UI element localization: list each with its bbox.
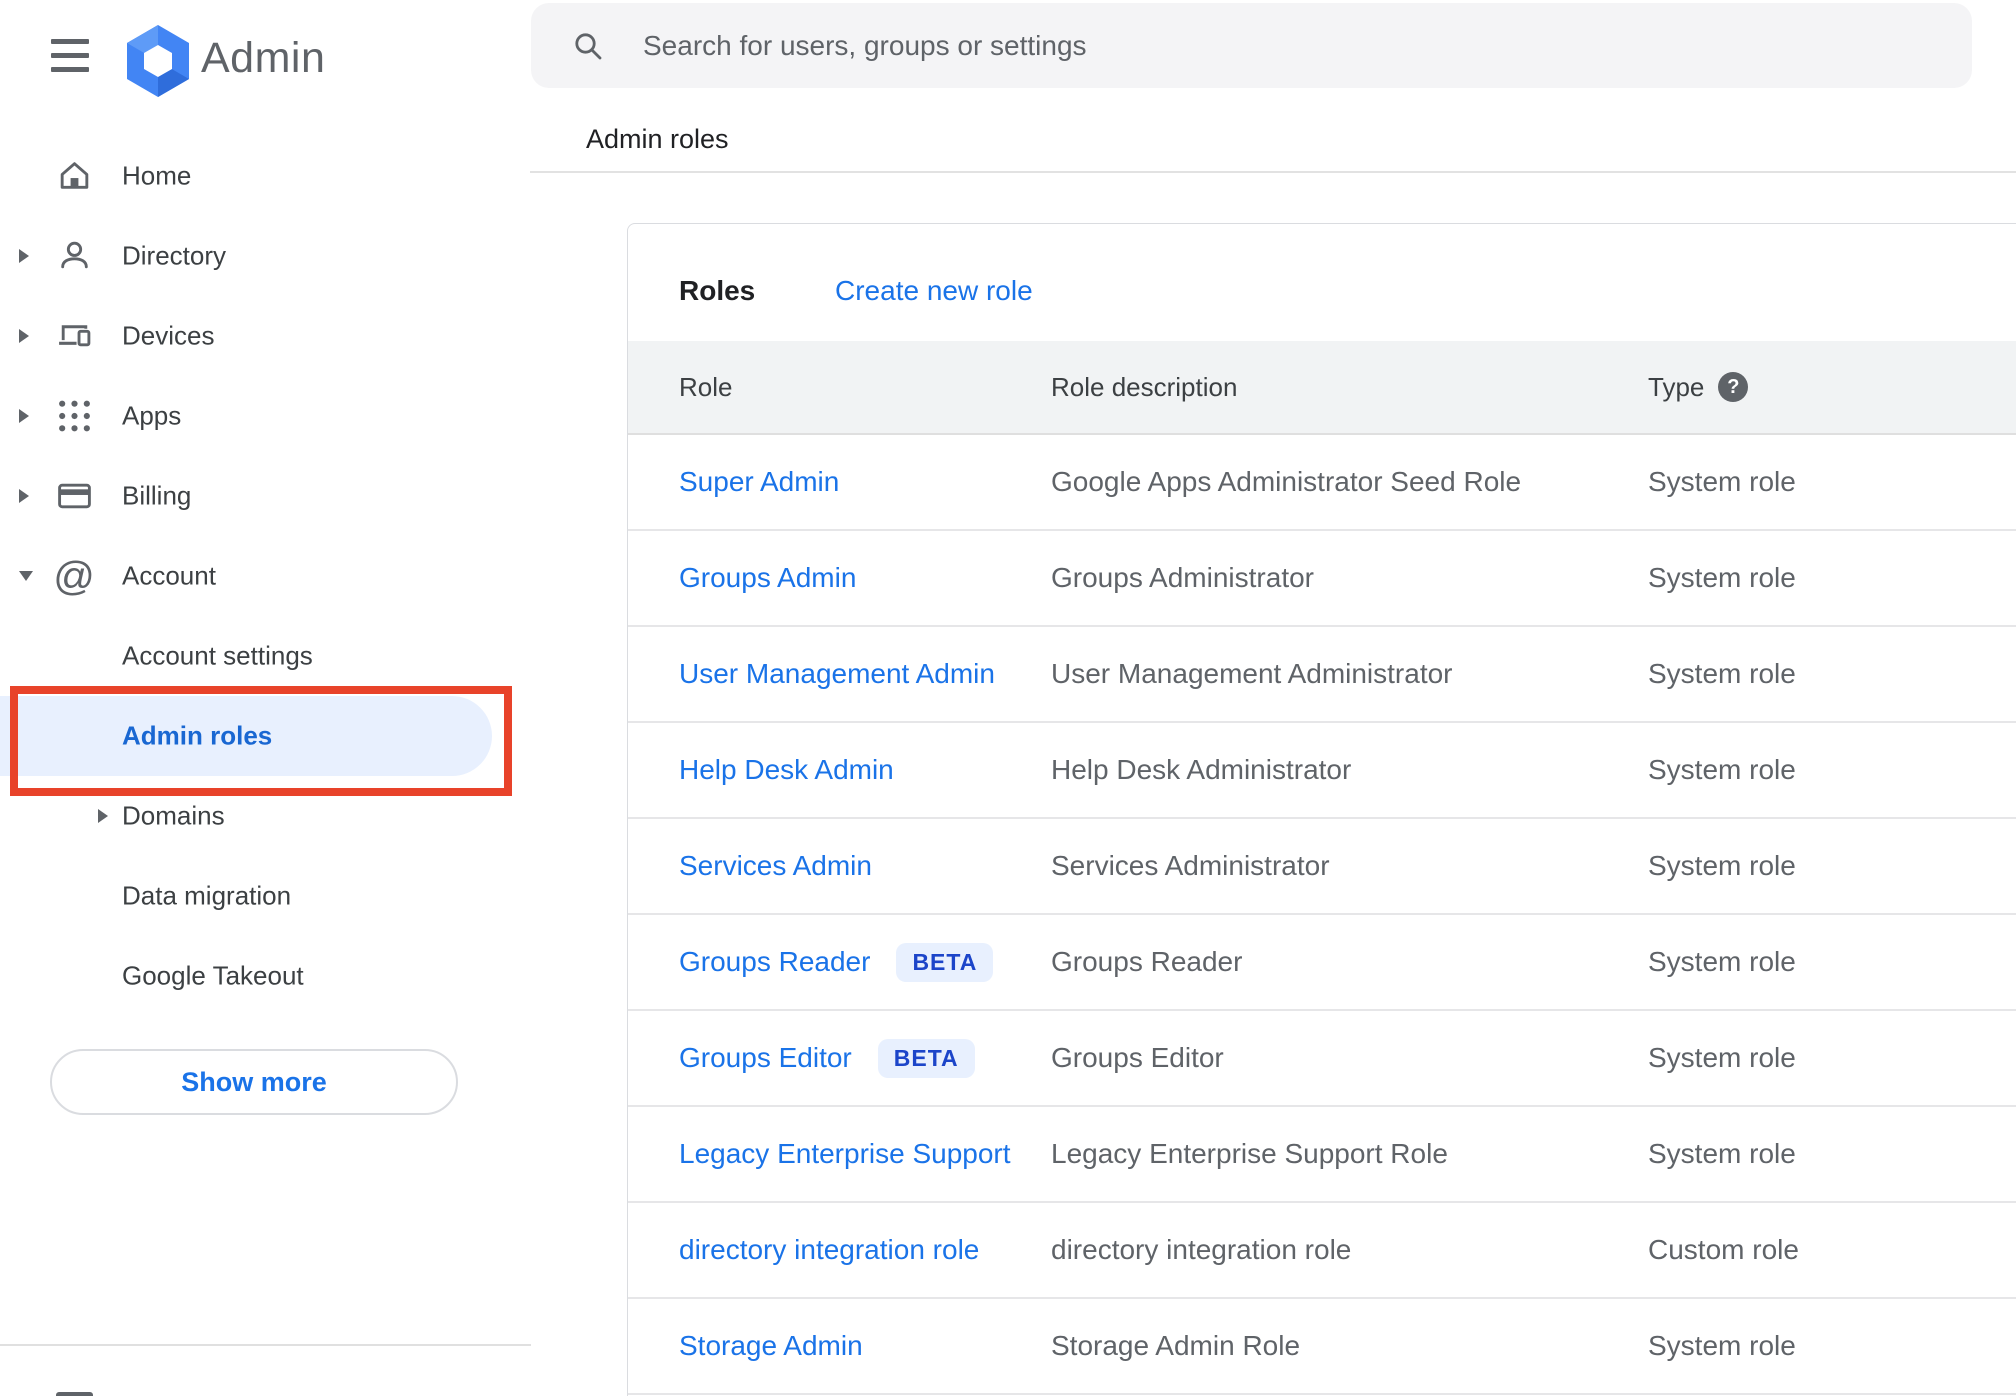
beta-badge: BETA [896,942,994,982]
roles-card: Roles Create new role Role Role descript… [627,223,2016,1396]
sidebar-item-account[interactable]: @ Account [0,536,531,616]
role-type: System role [1648,562,1796,593]
role-type: System role [1648,466,1796,497]
table-row-user-management-admin: User Management Admin User Management Adm… [628,627,2016,723]
sidebar-item-domains[interactable]: Domains [0,776,531,856]
sidebar-item-account-settings[interactable]: Account settings [0,616,531,696]
column-header-role-description: Role description [1051,371,1238,402]
chevron-right-icon[interactable] [19,329,29,343]
sidebar-item-data-migration[interactable]: Data migration [0,856,531,936]
sidebar-item-label: Account [122,560,216,591]
devices-icon [56,318,93,355]
role-link[interactable]: Storage Admin [679,1330,863,1362]
sidebar-item-directory[interactable]: Directory [0,216,531,296]
partial-bottom-icon [56,1392,93,1396]
role-type: Custom role [1648,1234,1799,1265]
sidebar-item-home[interactable]: Home [0,136,531,216]
card-header: Roles Create new role [628,224,2016,341]
at-sign-icon: @ [53,553,95,599]
sidebar-item-devices[interactable]: Devices [0,296,531,376]
role-description: Services Administrator [1051,850,1330,881]
role-description: directory integration role [1051,1234,1352,1265]
sidebar-item-label: Google Takeout [122,960,304,991]
role-type: System role [1648,754,1796,785]
sidebar-item-label: Devices [122,320,215,351]
sidebar-item-google-takeout[interactable]: Google Takeout [0,936,531,1016]
google-admin-console: Admin Search for users, groups or settin… [0,0,2016,1396]
chevron-right-icon[interactable] [19,489,29,503]
home-icon [56,158,93,195]
table-row-legacy-enterprise-support: Legacy Enterprise Support Legacy Enterpri… [628,1107,2016,1203]
roles-table-body: Super Admin Google Apps Administrator See… [628,435,2016,1395]
sidebar-item-label: Admin roles [122,720,273,751]
sidebar-list: Home Directory Devices Apps Billing @ Account A… [0,136,531,1016]
sidebar-item-label: Data migration [122,880,292,911]
sidebar-item-label: Billing [122,480,192,511]
breadcrumb: Admin roles [586,124,729,154]
table-row-storage-admin: Storage Admin Storage Admin Role System ro… [628,1299,2016,1395]
sidebar-item-label: Domains [122,800,225,831]
table-header-row: Role Role description Type ? [628,341,2016,435]
person-icon [56,238,93,275]
search-placeholder: Search for users, groups or settings [643,29,1087,61]
column-header-type: Type [1648,371,1705,402]
table-row-super-admin: Super Admin Google Apps Administrator See… [628,435,2016,531]
sidebar-item-admin-roles[interactable]: Admin roles [0,696,531,776]
role-description: Groups Editor [1051,1042,1224,1073]
sidebar-item-label: Directory [122,240,227,271]
role-link[interactable]: Super Admin [679,466,839,498]
role-link[interactable]: Groups Admin [679,562,856,594]
role-description: Groups Reader [1051,946,1243,977]
role-type: System role [1648,850,1796,881]
role-link[interactable]: User Management Admin [679,658,995,690]
role-link[interactable]: directory integration role [679,1234,979,1266]
role-type: System role [1648,946,1796,977]
search-bar[interactable]: Search for users, groups or settings [531,3,1972,88]
sidebar: Home Directory Devices Apps Billing @ Account A… [0,0,531,1396]
search-icon [575,32,602,59]
credit-card-icon [56,478,93,515]
role-link[interactable]: Groups Reader [679,946,870,978]
role-type: System role [1648,1330,1796,1361]
beta-badge: BETA [877,1038,975,1078]
chevron-right-icon[interactable] [19,249,29,263]
table-row-groups-editor: Groups Editor BETA Groups Editor System rol… [628,1011,2016,1107]
role-type: System role [1648,1138,1796,1169]
role-description: Legacy Enterprise Support Role [1051,1138,1448,1169]
role-link[interactable]: Help Desk Admin [679,754,894,786]
role-type: System role [1648,658,1796,689]
role-link[interactable]: Groups Editor [679,1042,852,1074]
table-row-directory-integration-role: directory integration role directory inte… [628,1203,2016,1299]
show-more-button[interactable]: Show more [50,1049,458,1115]
help-question-icon[interactable]: ? [1718,372,1749,402]
role-link[interactable]: Legacy Enterprise Support [679,1138,1011,1170]
role-description: Google Apps Administrator Seed Role [1051,466,1522,497]
sidebar-item-apps[interactable]: Apps [0,376,531,456]
apps-grid-icon [56,398,93,435]
role-description: Help Desk Administrator [1051,754,1352,785]
sidebar-item-label: Home [122,160,192,191]
sidebar-bottom-divider [0,1344,531,1346]
chevron-right-icon[interactable] [98,809,108,823]
role-description: User Management Administrator [1051,658,1453,689]
role-description: Storage Admin Role [1051,1330,1301,1361]
table-row-groups-admin: Groups Admin Groups Administrator System r… [628,531,2016,627]
role-description: Groups Administrator [1051,562,1314,593]
table-row-services-admin: Services Admin Services Administrator Syst… [628,819,2016,915]
sidebar-item-billing[interactable]: Billing [0,456,531,536]
create-new-role-link[interactable]: Create new role [835,275,1033,307]
sidebar-item-label: Apps [122,400,182,431]
role-link[interactable]: Services Admin [679,850,872,882]
chevron-right-icon[interactable] [19,409,29,423]
card-title: Roles [679,275,756,306]
role-type: System role [1648,1042,1796,1073]
sidebar-item-label: Account settings [122,640,313,671]
table-row-groups-reader: Groups Reader BETA Groups Reader System rol… [628,915,2016,1011]
header-divider [530,171,2016,173]
column-header-role: Role [679,371,733,402]
table-row-help-desk-admin: Help Desk Admin Help Desk Administrator Sy… [628,723,2016,819]
chevron-down-icon[interactable] [19,571,33,581]
